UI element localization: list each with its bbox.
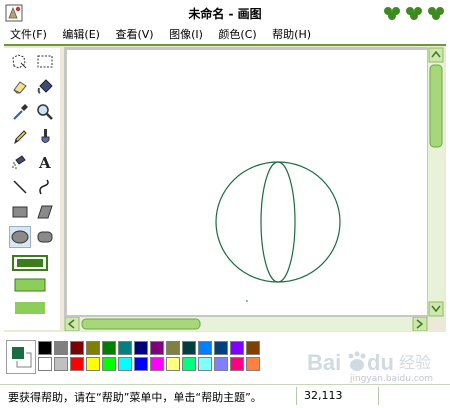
status-bar: 要获得帮助，请在“帮助”菜单中，单击“帮助主题”。 32,113 [0,384,450,407]
brush-icon [41,129,50,143]
rectangle-tool-button[interactable] [9,201,31,223]
menu-view[interactable]: 查看(V) [111,26,157,43]
current-colors [6,340,36,374]
palette-swatch[interactable] [230,357,244,371]
fill-bucket-icon [37,79,53,94]
palette-swatch[interactable] [86,357,100,371]
palette-swatch[interactable] [86,341,100,355]
line-tool-button[interactable] [9,176,31,198]
palette-swatch[interactable] [214,341,228,355]
svg-text:Bai: Bai [307,350,341,375]
globe-outer-circle [215,161,341,283]
rounded-rect-icon [37,231,53,243]
palette-swatch[interactable] [150,357,164,371]
status-divider [378,387,379,405]
svg-text:经验: 经验 [399,353,431,372]
ellipse-tool-button[interactable] [9,226,31,248]
palette-swatch[interactable] [102,357,116,371]
palette-swatch[interactable] [246,357,260,371]
globe-inner-ellipse [260,161,296,283]
palette-swatch[interactable] [198,341,212,355]
menu-file[interactable]: 文件(F) [6,26,51,43]
curve-tool-button[interactable] [34,176,56,198]
svg-text:A: A [38,154,51,172]
menu-bar: 文件(F) 编辑(E) 查看(V) 图像(I) 颜色(C) 帮助(H) [6,26,446,43]
maximize-button[interactable] [404,5,424,21]
palette-swatch[interactable] [150,341,164,355]
vertical-scrollbar[interactable] [428,47,444,317]
ellipse-icon [11,230,29,244]
menu-edit[interactable]: 编辑(E) [58,26,104,43]
polygon-tool-button[interactable] [34,201,56,223]
vertical-scroll-thumb[interactable] [429,64,443,148]
status-divider [296,387,297,405]
palette-swatch[interactable] [118,341,132,355]
palette-swatch[interactable] [54,341,68,355]
color-picker-tool-button[interactable] [9,101,31,123]
palette-swatch[interactable] [118,357,132,371]
airbrush-icon [12,155,26,169]
airbrush-tool-button[interactable] [9,151,31,173]
palette-swatch[interactable] [166,357,180,371]
text-icon: A [38,154,51,172]
cursor-coordinates: 32,113 [304,389,343,402]
free-select-tool-button[interactable] [9,51,31,73]
watermark-url: jingyan.baidu.com [350,374,434,384]
magnifier-tool-button[interactable] [34,101,56,123]
rectangle-icon [12,206,28,218]
palette-swatch[interactable] [182,357,196,371]
palette-swatch[interactable] [246,341,260,355]
menu-colors[interactable]: 颜色(C) [214,26,260,43]
palette-swatch[interactable] [70,341,84,355]
palette-swatch[interactable] [182,341,196,355]
palette-swatch[interactable] [166,341,180,355]
menu-help[interactable]: 帮助(H) [268,26,315,43]
minimize-button[interactable] [382,5,402,21]
palette-swatch[interactable] [134,357,148,371]
palette-swatch[interactable] [102,341,116,355]
pencil-icon [14,130,27,145]
palette-swatch[interactable] [54,357,68,371]
pencil-tool-button[interactable] [9,126,31,148]
rect-select-tool-button[interactable] [34,51,56,73]
status-help-text: 要获得帮助，请在“帮助”菜单中，单击“帮助主题”。 [8,391,262,404]
brush-tool-button[interactable] [34,126,56,148]
tool-options-panel [10,254,50,318]
palette-swatch[interactable] [70,357,84,371]
fill-bucket-tool-button[interactable] [34,76,56,98]
palette-swatch[interactable] [198,357,212,371]
scroll-corner [428,317,444,331]
eraser-icon [13,81,27,94]
menu-image[interactable]: 图像(I) [165,26,207,43]
close-button[interactable] [426,5,446,21]
stray-dot [246,300,248,302]
text-tool-button[interactable]: A [34,151,56,173]
rect-select-icon [37,55,53,68]
fill-style-filled[interactable] [15,302,45,314]
paint-window: 未命名 - 画图 文件(F) 编辑(E) 查看(V) 图像(I) 颜色(C) 帮… [0,0,450,408]
rounded-rect-tool-button[interactable] [34,226,56,248]
horizontal-scroll-thumb[interactable] [81,318,201,330]
title-bar: 未命名 - 画图 [0,0,450,26]
color-picker-icon [13,104,28,120]
palette-swatch[interactable] [134,341,148,355]
drawing-canvas[interactable] [67,50,427,315]
polygon-icon [37,205,53,219]
curve-icon [39,179,49,195]
fill-style-filled-outline[interactable] [14,278,46,292]
free-select-icon [12,54,27,69]
magnifier-icon [37,104,53,120]
horizontal-scrollbar[interactable] [64,316,428,332]
foreground-color-swatch[interactable] [10,345,26,361]
svg-text:du: du [367,350,394,375]
palette-swatch[interactable] [38,357,52,371]
line-icon [13,180,27,194]
palette-swatch[interactable] [214,357,228,371]
palette-swatch[interactable] [230,341,244,355]
palette-swatch[interactable] [38,341,52,355]
eraser-tool-button[interactable] [9,76,31,98]
